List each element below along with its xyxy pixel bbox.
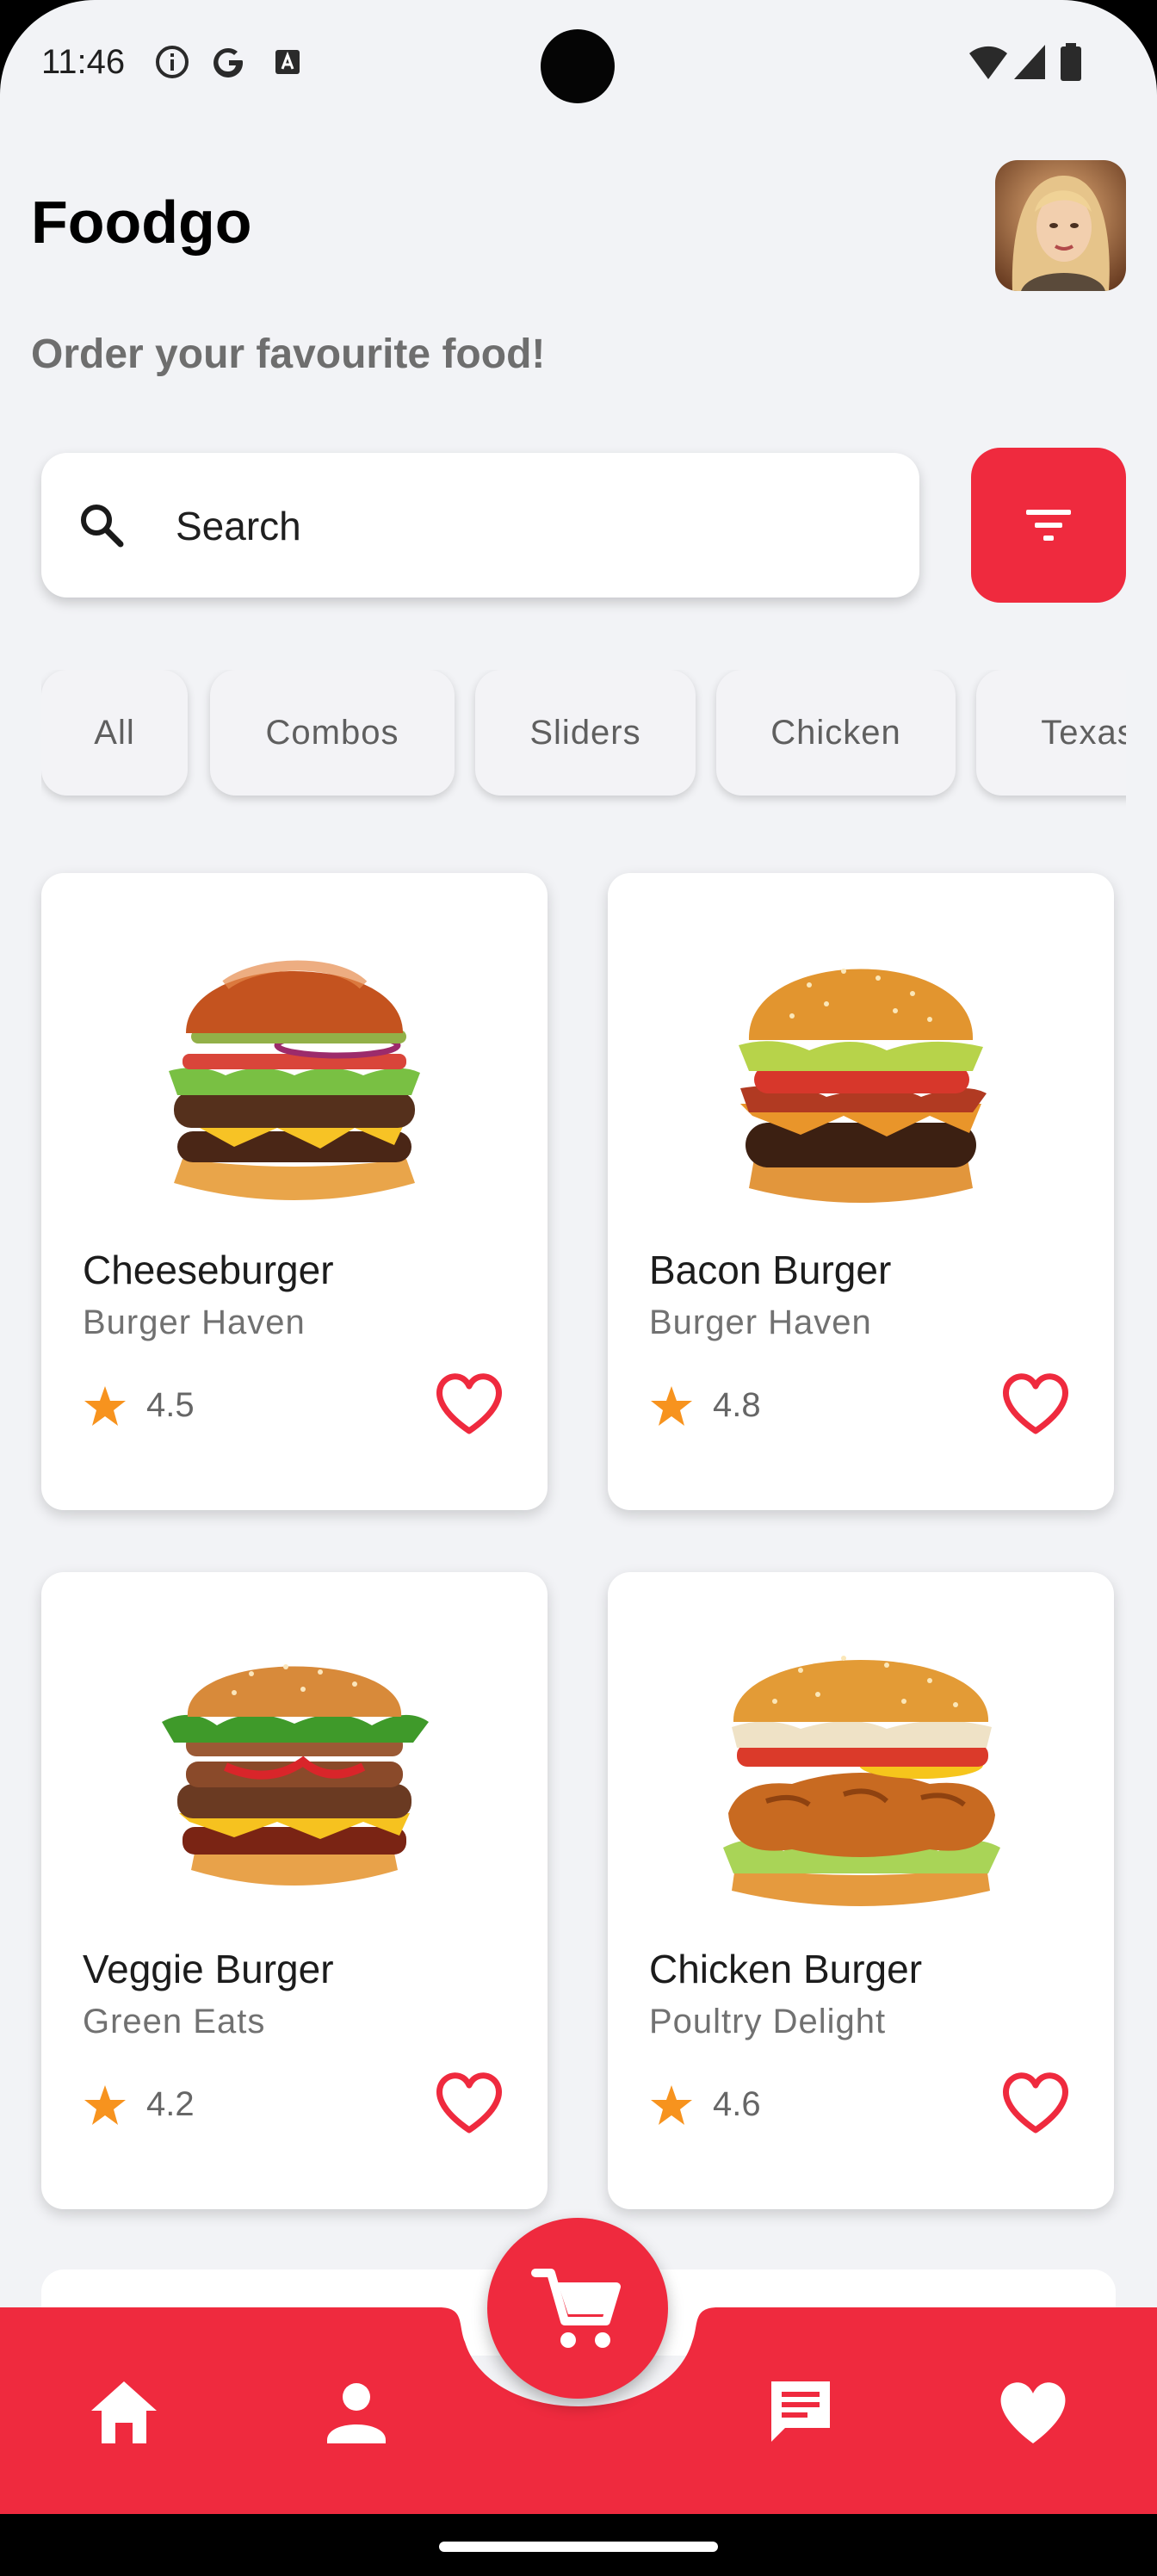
filter-button[interactable] [971, 448, 1126, 603]
product-card[interactable]: Veggie Burger Green Eats 4.2 [41, 1572, 548, 2209]
favorite-heart-icon[interactable] [432, 1367, 506, 1441]
gesture-handle[interactable] [439, 2542, 718, 2552]
restaurant-name: Burger Haven [83, 1303, 306, 1341]
favorite-heart-icon[interactable] [999, 2066, 1073, 2140]
google-icon [213, 47, 244, 77]
star-icon [84, 2085, 126, 2125]
status-time: 11:46 [41, 43, 126, 81]
text-a-icon [275, 50, 300, 74]
rating-value: 4.6 [713, 2085, 761, 2123]
product-name: Cheeseburger [83, 1248, 334, 1292]
product-name: Bacon Burger [649, 1248, 892, 1292]
restaurant-name: Poultry Delight [649, 2003, 887, 2040]
bacon-burger-image [739, 969, 987, 1203]
star-icon [651, 1386, 692, 1426]
chip-texas[interactable]: Texas [976, 670, 1126, 796]
cart-button[interactable] [487, 2218, 668, 2399]
rating-value: 4.2 [146, 2085, 195, 2123]
avatar[interactable] [995, 160, 1126, 291]
favorites-icon[interactable] [997, 2376, 1069, 2449]
chip-sliders[interactable]: Sliders [475, 670, 696, 796]
camera-cutout [541, 29, 615, 103]
star-icon [651, 2085, 692, 2125]
app-screen: 11:46 Foodgo Order your favourite food! … [0, 0, 1157, 2576]
app-title: Foodgo [31, 189, 252, 256]
chip-combos[interactable]: Combos [210, 670, 455, 796]
favorite-heart-icon[interactable] [999, 1367, 1073, 1441]
product-name: Chicken Burger [649, 1947, 923, 1991]
chicken-burger-image [723, 1632, 1000, 1917]
product-card[interactable]: Bacon Burger Burger Haven 4.8 [608, 873, 1114, 1510]
cart-icon [531, 2269, 621, 2348]
filter-icon [1026, 510, 1071, 541]
category-chips: All Combos Sliders Chicken Texas [41, 670, 1126, 808]
restaurant-name: Green Eats [83, 2003, 266, 2040]
star-icon [84, 1386, 126, 1426]
battery-icon [1061, 43, 1081, 81]
rating-value: 4.8 [713, 1386, 761, 1424]
search-placeholder: Search [176, 504, 301, 548]
product-name: Veggie Burger [83, 1947, 334, 1991]
product-card[interactable]: Cheeseburger Burger Haven 4.5 [41, 873, 548, 1510]
home-icon[interactable] [88, 2376, 160, 2449]
page-subtitle: Order your favourite food! [31, 331, 546, 377]
cheeseburger-image [169, 960, 420, 1200]
chip-chicken[interactable]: Chicken [716, 670, 956, 796]
rating-value: 4.5 [146, 1386, 195, 1424]
veggie-burger-image [162, 1664, 429, 1886]
wifi-icon [969, 46, 1007, 79]
profile-icon[interactable] [320, 2376, 393, 2449]
search-input[interactable]: Search [41, 453, 919, 598]
restaurant-name: Burger Haven [649, 1303, 872, 1341]
search-icon [81, 505, 124, 548]
favorite-heart-icon[interactable] [432, 2066, 506, 2140]
chat-icon[interactable] [764, 2376, 837, 2449]
product-card[interactable]: Chicken Burger Poultry Delight 4.6 [608, 1572, 1114, 2209]
chip-all[interactable]: All [41, 670, 188, 796]
info-icon [156, 46, 189, 78]
signal-icon [1014, 45, 1045, 79]
